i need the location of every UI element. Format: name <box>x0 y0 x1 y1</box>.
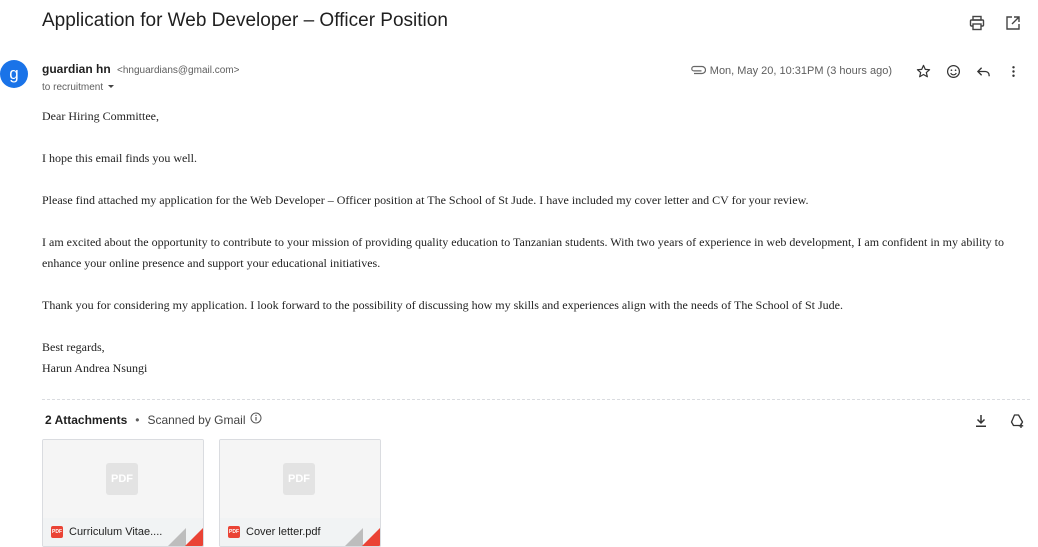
emoji-icon[interactable] <box>942 60 964 82</box>
pdf-badge-icon: PDF <box>51 526 63 538</box>
sender-name[interactable]: guardian hn <box>42 62 111 76</box>
body-paragraph-1: I hope this email finds you well. <box>42 151 197 165</box>
attachment-actions <box>970 410 1028 432</box>
pdf-file-icon: PDF <box>283 463 315 495</box>
email-subject: Application for Web Developer – Officer … <box>42 10 448 31</box>
pdf-badge-icon: PDF <box>228 526 240 538</box>
sender-avatar[interactable]: g <box>0 60 28 88</box>
body-paragraph-3: I am excited about the opportunity to co… <box>42 235 1005 270</box>
attachment-preview[interactable]: PDF <box>43 440 203 518</box>
open-in-new-window-icon[interactable] <box>1002 12 1024 34</box>
attachment-card[interactable]: PDF PDF Cover letter.pdf <box>219 439 381 547</box>
scanned-label: Scanned by Gmail <box>147 412 246 427</box>
star-icon[interactable] <box>912 60 934 82</box>
attachment-card[interactable]: PDF PDF Curriculum Vitae.... <box>42 439 204 547</box>
recipient-label: to recruitment <box>42 82 104 93</box>
reply-icon[interactable] <box>972 60 994 82</box>
attachment-filename: Cover letter.pdf <box>246 526 321 538</box>
message-meta: Mon, May 20, 10:31PM (3 hours ago) <box>690 60 1024 82</box>
body-paragraph-2: Please find attached my application for … <box>42 193 809 207</box>
pdf-corner-decoration <box>185 528 203 546</box>
page-fold-decoration <box>345 528 363 546</box>
attachments-header: 2 Attachments • Scanned by Gmail <box>45 412 262 427</box>
pdf-badge-label: PDF <box>52 529 62 535</box>
attachments-divider <box>42 399 1030 400</box>
paperclip-icon <box>690 62 706 80</box>
download-icon[interactable] <box>970 410 992 432</box>
pdf-corner-decoration <box>362 528 380 546</box>
add-to-drive-icon[interactable] <box>1006 410 1028 432</box>
info-icon[interactable] <box>250 412 262 427</box>
attachments-count: 2 Attachments <box>45 412 128 427</box>
pdf-file-icon: PDF <box>106 463 138 495</box>
recipient-details[interactable]: to recruitment <box>42 81 116 94</box>
pdf-thumb-label: PDF <box>288 473 310 485</box>
email-body: Dear Hiring Committee, I hope this email… <box>42 106 1032 379</box>
avatar-letter: g <box>9 64 19 83</box>
chevron-down-icon[interactable] <box>106 81 116 94</box>
more-vert-icon[interactable] <box>1002 60 1024 82</box>
body-signature: Harun Andrea Nsungi <box>42 361 148 375</box>
separator-dot: • <box>135 412 140 427</box>
attachment-preview[interactable]: PDF <box>220 440 380 518</box>
body-paragraph-4: Thank you for considering my application… <box>42 298 843 312</box>
page-fold-decoration <box>168 528 186 546</box>
subject-toolbar <box>966 12 1024 34</box>
body-closing: Best regards, <box>42 340 105 354</box>
pdf-badge-label: PDF <box>229 529 239 535</box>
print-icon[interactable] <box>966 12 988 34</box>
sender-info: guardian hn <hnguardians@gmail.com> <box>42 62 239 76</box>
body-greeting: Dear Hiring Committee, <box>42 109 159 123</box>
pdf-thumb-label: PDF <box>111 473 133 485</box>
attachment-filename: Curriculum Vitae.... <box>69 526 163 538</box>
message-date: Mon, May 20, 10:31PM (3 hours ago) <box>709 65 892 77</box>
sender-email: <hnguardians@gmail.com> <box>117 65 240 76</box>
